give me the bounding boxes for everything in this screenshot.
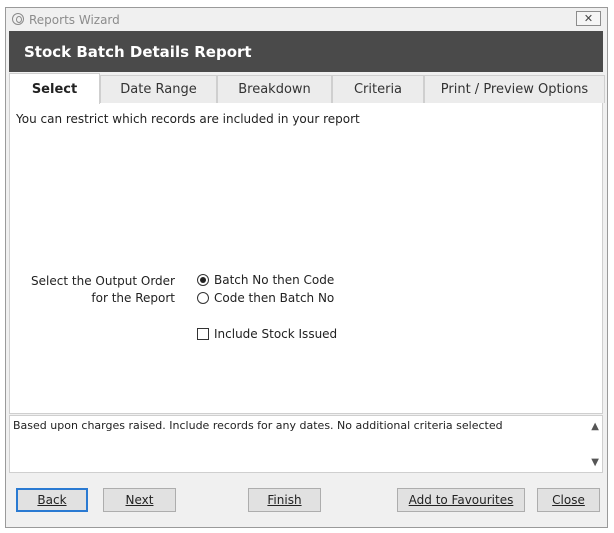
- add-to-favourites-button-label: Add to Favourites: [408, 493, 514, 507]
- app-icon: [12, 13, 24, 25]
- next-button-label: Next: [125, 493, 154, 507]
- include-stock-issued-label: Include Stock Issued: [214, 327, 338, 341]
- tab-strip: Select Date Range Breakdown Criteria Pri…: [9, 73, 605, 104]
- add-to-favourites-button[interactable]: Add to Favourites: [397, 488, 525, 512]
- select-tab-panel: You can restrict which records are inclu…: [9, 103, 603, 414]
- scroll-up-icon[interactable]: ▲: [591, 422, 599, 432]
- radio-code-then-batch-label: Code then Batch No: [214, 291, 335, 305]
- window-close-button[interactable]: ✕: [576, 11, 601, 26]
- back-button-label: Back: [37, 493, 67, 507]
- output-order-label-line1: Select the Output Order: [31, 274, 175, 288]
- next-button[interactable]: Next: [103, 488, 176, 512]
- checkbox-icon[interactable]: [197, 328, 209, 340]
- tab-print-preview-options[interactable]: Print / Preview Options: [424, 75, 605, 103]
- output-order-label-line2: for the Report: [91, 291, 175, 305]
- output-order-label: Select the Output Order for the Report: [30, 273, 175, 307]
- report-header: Stock Batch Details Report: [9, 31, 603, 72]
- report-title: Stock Batch Details Report: [24, 43, 252, 61]
- close-button[interactable]: Close: [537, 488, 600, 512]
- close-icon: ✕: [583, 12, 594, 25]
- radio-batch-then-code-label: Batch No then Code: [214, 273, 335, 287]
- tab-breakdown[interactable]: Breakdown: [217, 75, 332, 103]
- scroll-down-icon[interactable]: ▼: [591, 458, 599, 468]
- reports-wizard-window: Reports Wizard ✕ Stock Batch Details Rep…: [5, 7, 608, 528]
- radio-code-then-batch[interactable]: Code then Batch No: [197, 291, 334, 305]
- radio-batch-then-code[interactable]: Batch No then Code: [197, 273, 334, 287]
- radio-selected-icon[interactable]: [197, 274, 209, 286]
- criteria-summary-text: Based upon charges raised. Include recor…: [13, 419, 503, 432]
- criteria-summary-box[interactable]: Based upon charges raised. Include recor…: [9, 415, 603, 473]
- finish-button-label: Finish: [267, 493, 302, 507]
- radio-unselected-icon[interactable]: [197, 292, 209, 304]
- tab-date-range[interactable]: Date Range: [100, 75, 217, 103]
- tab-criteria[interactable]: Criteria: [332, 75, 424, 103]
- finish-button[interactable]: Finish: [248, 488, 321, 512]
- window-title: Reports Wizard: [29, 13, 120, 27]
- tab-select[interactable]: Select: [9, 73, 100, 104]
- close-button-label: Close: [552, 493, 585, 507]
- title-bar: Reports Wizard ✕: [6, 8, 607, 31]
- intro-text: You can restrict which records are inclu…: [16, 112, 360, 126]
- include-stock-issued-checkbox[interactable]: Include Stock Issued: [197, 327, 337, 341]
- back-button[interactable]: Back: [16, 488, 88, 512]
